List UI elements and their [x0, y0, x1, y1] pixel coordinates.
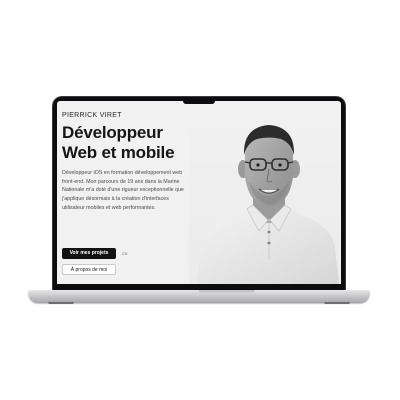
laptop-base [28, 290, 370, 303]
about-me-button[interactable]: À propos de moi [62, 264, 116, 275]
base-opening-notch [199, 290, 255, 294]
cv-link[interactable]: CV [122, 251, 128, 256]
laptop-foot-right [324, 302, 350, 304]
bio-paragraph: Développeur iOS en formation développeme… [62, 170, 184, 211]
portrait-photo [189, 119, 341, 284]
view-projects-button[interactable]: Voir mes projets [62, 248, 116, 259]
laptop-foot-left [48, 302, 74, 304]
laptop-mockup: PIERRICK VIRET Développeur Web et mobile… [0, 0, 400, 400]
author-name: PIERRICK VIRET [62, 112, 122, 119]
laptop-screen: PIERRICK VIRET Développeur Web et mobile… [57, 101, 341, 284]
camera-notch [183, 98, 215, 104]
